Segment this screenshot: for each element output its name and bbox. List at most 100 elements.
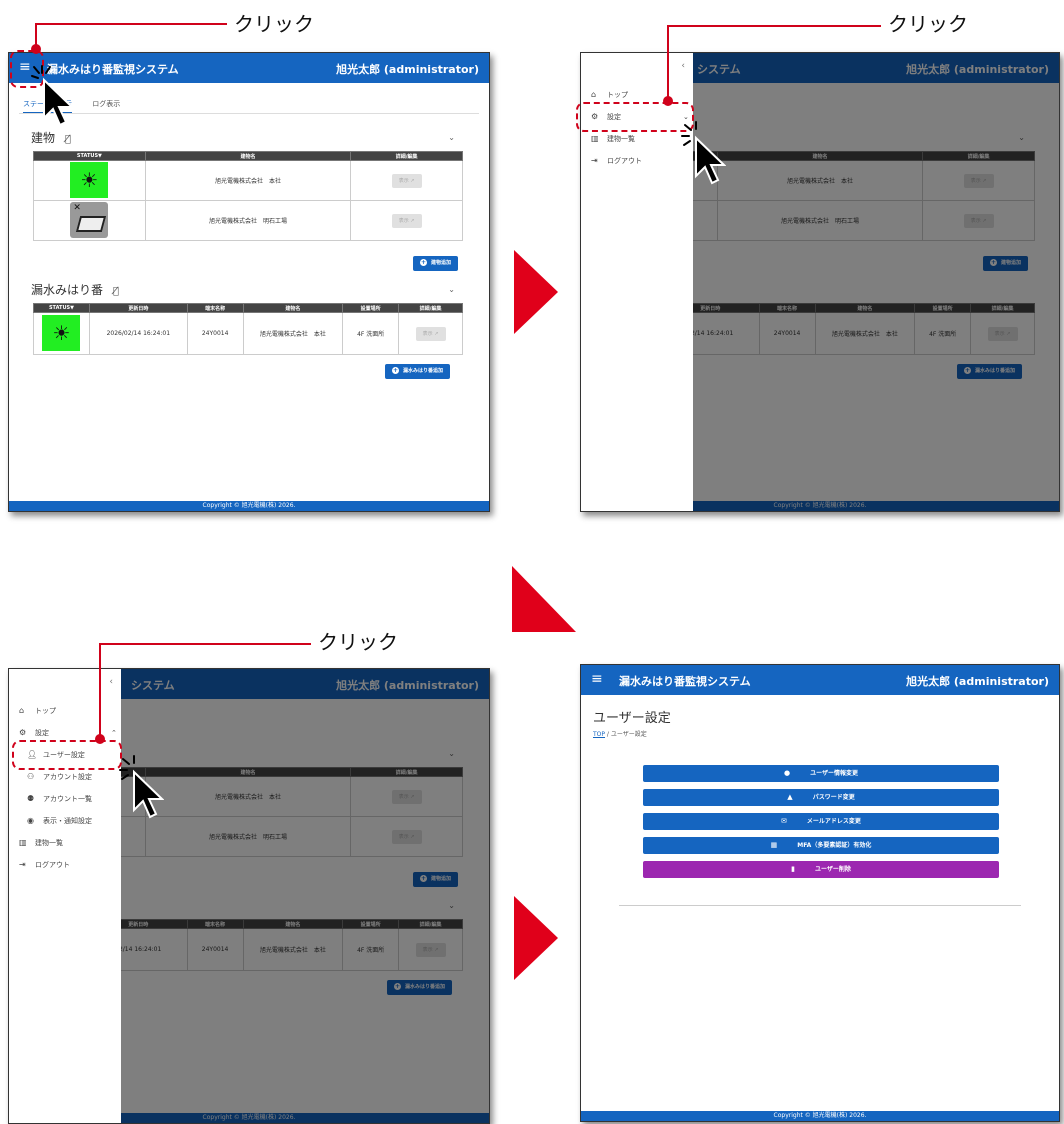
- callout-line: [667, 25, 881, 27]
- app-bar: ≡ 漏水みはり番監視システム 旭光太郎 (administrator): [9, 53, 489, 83]
- screen-step1: ≡ 漏水みはり番監視システム 旭光太郎 (administrator) ステータ…: [8, 52, 490, 512]
- click-label: クリック: [234, 12, 314, 36]
- mouse-cursor-icon: [681, 121, 726, 185]
- divider: [619, 905, 1021, 906]
- col-updated: 更新日時: [88, 303, 188, 313]
- col-status[interactable]: STATUS▼: [33, 303, 90, 313]
- logout-icon: ⇥: [19, 860, 26, 869]
- breadcrumb-current: ユーザー設定: [610, 731, 647, 738]
- drawer-item-top[interactable]: ⌂ トップ: [19, 705, 56, 717]
- footer: Copyright © 旭光電機(株) 2026.: [9, 501, 489, 511]
- location: 4F 洗面所: [342, 312, 400, 355]
- screen-step3: システム 旭光太郎 (administrator) ⌄ STATUS▼ 建物名 …: [8, 668, 490, 1124]
- breadcrumb: TOP / ユーザー設定: [593, 729, 647, 738]
- person-icon: ●: [784, 769, 791, 777]
- table-row: 旭光電機株式会社 本社 表示 ↗: [33, 160, 463, 201]
- edit-user-info-button[interactable]: ● ユーザー情報変更: [643, 765, 999, 782]
- building-name: 旭光電機株式会社 本社: [242, 312, 344, 355]
- tab-log[interactable]: ログ表示: [92, 100, 120, 108]
- drawer-item-logout[interactable]: ⇥ ログアウト: [591, 155, 642, 167]
- chevron-up-icon: ⌃: [111, 729, 117, 737]
- building-icon: ▥: [591, 134, 599, 143]
- lock-icon: ▲: [787, 793, 793, 801]
- drawer-item-top[interactable]: ⌂ トップ: [591, 89, 628, 101]
- col-detail: 詳細/編集: [350, 151, 463, 161]
- sensors-section-title: 漏水みはり番 ⏚̸: [31, 283, 120, 297]
- status-normal-icon: [70, 161, 109, 198]
- click-highlight: [12, 740, 122, 770]
- sensors-table: STATUS▼ 更新日時 端末名称 建物名 設置場所 詳細/編集 2026/02…: [33, 303, 463, 355]
- breadcrumb-top-link[interactable]: TOP: [593, 731, 605, 738]
- callout-line: [99, 643, 311, 645]
- user-name[interactable]: 旭光太郎 (administrator): [906, 673, 1049, 689]
- detail-button[interactable]: 表示 ↗: [391, 213, 422, 228]
- trash-icon: ▮: [791, 865, 795, 873]
- person-settings-icon: ⚇: [27, 772, 35, 781]
- enable-mfa-button[interactable]: ▦ MFA（多要素認証）有効化: [643, 837, 999, 854]
- footer: Copyright © 旭光電機(株) 2026.: [581, 1111, 1059, 1121]
- tab-divider: [19, 113, 479, 114]
- home-icon: ⌂: [591, 90, 597, 99]
- drawer-item-logout[interactable]: ⇥ ログアウト: [19, 859, 70, 871]
- chevron-down-icon[interactable]: ⌄: [448, 285, 455, 294]
- col-building-name: 建物名: [144, 151, 352, 161]
- detail-button[interactable]: 表示 ↗: [415, 326, 446, 341]
- callout-line: [35, 23, 227, 25]
- click-label: クリック: [888, 12, 968, 36]
- building-name: 旭光電機株式会社 明石工場: [144, 200, 352, 241]
- building-name: 旭光電機株式会社 本社: [144, 160, 352, 201]
- page-title: ユーザー設定: [593, 711, 671, 726]
- buildings-table: STATUS▼ 建物名 詳細/編集 旭光電機株式会社 本社 表示 ↗ 旭光電機株…: [33, 151, 463, 241]
- callout-line: [35, 23, 37, 47]
- mouse-cursor-icon: [31, 65, 75, 127]
- app-title: 漏水みはり番監視システム: [619, 675, 751, 688]
- col-detail: 詳細/編集: [398, 303, 463, 313]
- status-offline-icon: [70, 201, 109, 238]
- drawer-item-settings[interactable]: ⚙ 設定 ⌃: [19, 727, 117, 739]
- building-icon: ▥: [19, 838, 27, 847]
- terminal-name: 24Y0014: [186, 312, 244, 355]
- table-row: 旭光電機株式会社 明石工場 表示 ↗: [33, 200, 463, 241]
- gear-icon: ⚙: [19, 728, 27, 737]
- drawer-item-account-list[interactable]: ⚉ アカウント一覧: [27, 793, 92, 805]
- flow-arrow-right-icon: [514, 250, 558, 334]
- people-icon: ⚉: [27, 794, 35, 803]
- col-building: 建物名: [242, 303, 344, 313]
- delete-user-button[interactable]: ▮ ユーザー削除: [643, 861, 999, 878]
- add-icon: +: [420, 259, 427, 266]
- col-terminal: 端末名称: [186, 303, 244, 313]
- change-password-button[interactable]: ▲ パスワード変更: [643, 789, 999, 806]
- tutorial-figure: ≡ 漏水みはり番監視システム 旭光太郎 (administrator) ステータ…: [0, 0, 1064, 1124]
- drawer-item-display-notify[interactable]: ◉ 表示・通知設定: [27, 815, 92, 827]
- home-icon: ⌂: [19, 706, 25, 715]
- add-building-button[interactable]: +建物追加: [413, 256, 459, 271]
- updated-at: 2026/02/14 16:24:01: [88, 312, 188, 355]
- add-sensor-button[interactable]: +漏水みはり番追加: [385, 364, 451, 379]
- filter-off-icon[interactable]: ⏚̸: [113, 286, 119, 297]
- hamburger-menu-icon[interactable]: ≡: [591, 672, 603, 686]
- status-normal-icon: [42, 314, 81, 351]
- flow-arrow-right-icon: [514, 896, 558, 980]
- add-icon: +: [392, 367, 399, 374]
- collapse-drawer-icon[interactable]: ‹: [681, 61, 685, 71]
- drawer-item-buildings[interactable]: ▥ 建物一覧: [591, 133, 635, 145]
- click-label: クリック: [318, 630, 398, 654]
- eye-icon: ◉: [27, 816, 34, 825]
- user-name[interactable]: 旭光太郎 (administrator): [336, 61, 479, 77]
- qr-icon: ▦: [770, 841, 778, 849]
- chevron-down-icon[interactable]: ⌄: [448, 133, 455, 142]
- drawer-item-account-settings[interactable]: ⚇ アカウント設定: [27, 771, 92, 783]
- mouse-cursor-icon: [119, 755, 164, 819]
- mail-icon: ✉: [781, 817, 787, 825]
- collapse-drawer-icon[interactable]: ‹: [109, 677, 113, 687]
- change-email-button[interactable]: ✉ メールアドレス変更: [643, 813, 999, 830]
- col-status[interactable]: STATUS▼: [33, 151, 146, 161]
- callout-line: [667, 25, 669, 99]
- drawer-item-buildings[interactable]: ▥ 建物一覧: [19, 837, 63, 849]
- col-location: 設置場所: [342, 303, 400, 313]
- flow-arrow-down-left-icon: [512, 566, 576, 632]
- detail-button[interactable]: 表示 ↗: [391, 173, 422, 188]
- app-bar: ≡ 漏水みはり番監視システム 旭光太郎 (administrator): [581, 665, 1059, 695]
- screen-step4: ≡ 漏水みはり番監視システム 旭光太郎 (administrator) ユーザー…: [580, 664, 1060, 1122]
- filter-off-icon[interactable]: ⏚̸: [65, 134, 71, 145]
